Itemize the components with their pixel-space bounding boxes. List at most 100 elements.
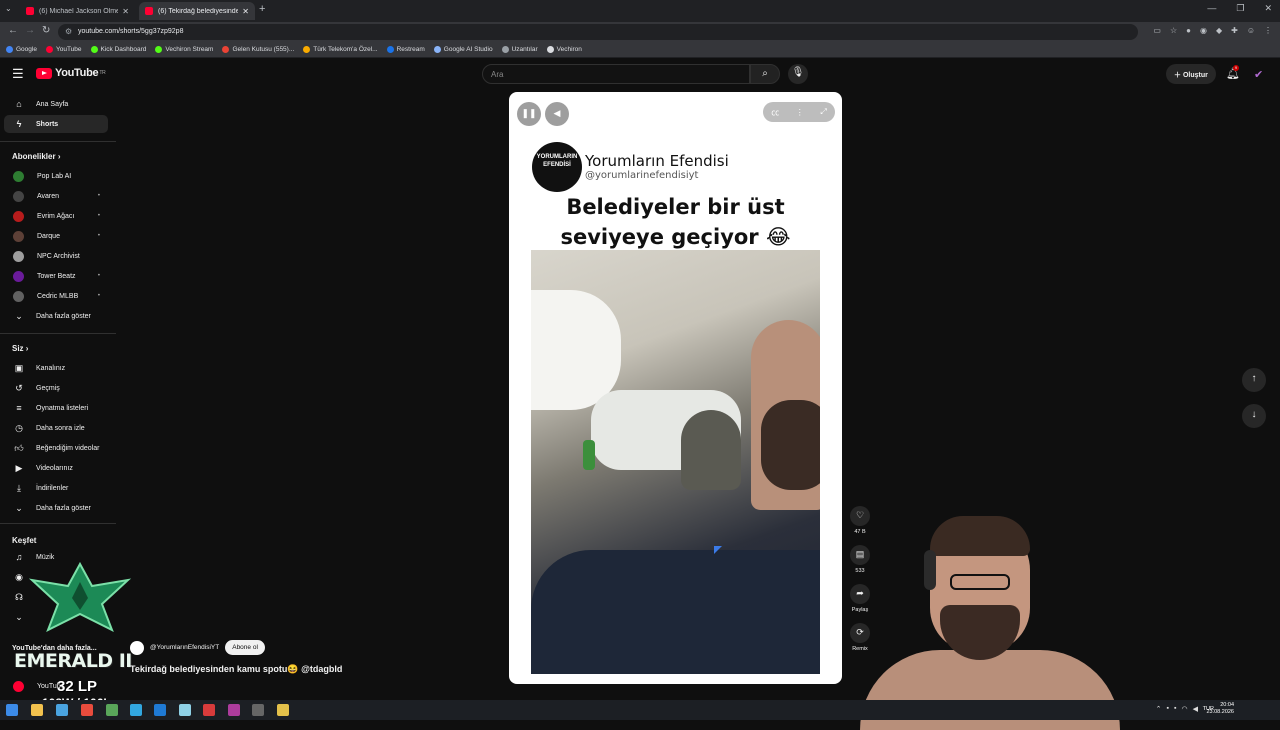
bookmark-youtube[interactable]: YouTube bbox=[45, 46, 82, 53]
sidebar-item-playlists[interactable]: ≡ Oynatma listeleri bbox=[4, 399, 108, 417]
extension-icon[interactable]: ◆ bbox=[1216, 26, 1222, 35]
app-icon[interactable] bbox=[228, 704, 240, 716]
bookmark-restream[interactable]: Restream bbox=[386, 46, 425, 53]
menu-dots-icon[interactable]: ⋮ bbox=[1264, 26, 1272, 35]
channel-avatar bbox=[13, 290, 24, 302]
chrome-icon[interactable] bbox=[106, 704, 118, 716]
youtube-logo[interactable]: YouTube TR bbox=[36, 67, 106, 79]
maximize-icon[interactable]: ❐ bbox=[1236, 3, 1244, 14]
gaming-icon: ☊ bbox=[15, 591, 23, 602]
file-explorer-icon[interactable] bbox=[31, 704, 43, 716]
uploader-name[interactable]: @YorumlarınEfendisiYT bbox=[150, 644, 219, 651]
cast-icon[interactable]: ▭ bbox=[1153, 26, 1161, 35]
address-bar[interactable]: ⚙ youtube.com/shorts/5gg37zp92p8 bbox=[58, 24, 1138, 40]
site-info-icon[interactable]: ⚙ bbox=[65, 27, 72, 36]
sidebar-item-downloads[interactable]: ⤓ İndirilenler bbox=[4, 479, 108, 497]
browser-tab[interactable]: (6) Michael Jackson Ölmedi İnf ✕ bbox=[20, 2, 135, 20]
you-heading[interactable]: Siz › bbox=[12, 344, 28, 353]
sidebar-item-your-videos[interactable]: ▶ Videolarınız bbox=[4, 459, 108, 477]
short-title[interactable]: Tekirdağ belediyesinden kamu spotu😆 @tda… bbox=[130, 664, 342, 675]
bookmark-turk-telekom[interactable]: Türk Telekom'a Özel... bbox=[303, 46, 378, 53]
sidebar-item-history[interactable]: ↺ Geçmiş bbox=[4, 379, 108, 397]
app-icon[interactable] bbox=[130, 704, 142, 716]
bookmark-ai-studio[interactable]: Google AI Studio bbox=[433, 46, 493, 53]
new-tab-button[interactable]: + bbox=[259, 3, 265, 15]
start-icon[interactable] bbox=[6, 704, 18, 716]
reload-icon[interactable]: ↻ bbox=[42, 25, 50, 36]
sidebar-sub-npc-archivist[interactable]: NPC Archivist bbox=[4, 247, 108, 265]
chevron-right-icon: › bbox=[57, 152, 61, 161]
bookmark-vechiron[interactable]: Vechiron bbox=[546, 46, 582, 53]
browser-tab-active[interactable]: (6) Tekirdağ belediyesinden ✕ bbox=[139, 2, 255, 20]
app-icon[interactable] bbox=[203, 704, 215, 716]
app-icon[interactable] bbox=[56, 704, 68, 716]
tray-app-icon[interactable]: ▪ bbox=[1167, 705, 1169, 713]
tray-chevron-icon[interactable]: ⌃ bbox=[1156, 705, 1162, 713]
home-icon: ⌂ bbox=[16, 99, 22, 109]
sidebar-sub-avaren[interactable]: Avaren • bbox=[4, 187, 108, 205]
tab-search-icon[interactable]: ⌄ bbox=[5, 4, 12, 13]
channel-icon: ▣ bbox=[14, 362, 24, 373]
pause-button[interactable]: ❚❚ bbox=[517, 102, 541, 126]
app-icon[interactable] bbox=[179, 704, 191, 716]
sidebar-show-more-subs[interactable]: ⌄ Daha fazla göster bbox=[4, 307, 108, 325]
sidebar-item-liked-videos[interactable]: 👍︎ Beğendiğim videolar bbox=[4, 439, 108, 457]
vscode-icon[interactable] bbox=[154, 704, 166, 716]
sidebar-show-more-you[interactable]: ⌄ Daha fazla göster bbox=[4, 499, 108, 517]
sidebar-item-shorts[interactable]: ϟ Shorts bbox=[4, 115, 108, 133]
uploader-avatar[interactable] bbox=[130, 640, 144, 655]
volume-button[interactable]: ◀ bbox=[545, 102, 569, 126]
like-icon: 👍︎ bbox=[14, 442, 24, 453]
close-tab-icon[interactable]: ✕ bbox=[242, 7, 249, 16]
video-frame[interactable] bbox=[531, 250, 820, 674]
youtube-icon bbox=[13, 680, 24, 692]
extension-icon[interactable]: ● bbox=[1186, 26, 1191, 35]
voice-search-button[interactable]: 🎙︎ bbox=[788, 64, 808, 84]
app-icon[interactable] bbox=[81, 704, 93, 716]
sidebar-item-home[interactable]: ⌂ Ana Sayfa bbox=[4, 95, 108, 113]
minimize-icon[interactable]: — bbox=[1207, 3, 1216, 14]
bookmark-vechiron-stream[interactable]: Vechiron Stream bbox=[155, 46, 213, 53]
taskbar-clock[interactable]: 20:04 23.08.2026 bbox=[1206, 702, 1234, 716]
wifi-icon[interactable]: ◠ bbox=[1182, 705, 1188, 713]
bookmark-star-icon[interactable]: ☆ bbox=[1170, 26, 1177, 35]
account-avatar-icon[interactable]: ✔ bbox=[1254, 68, 1263, 81]
captions-icon[interactable]: ㏄ bbox=[771, 107, 779, 118]
app-icon[interactable] bbox=[277, 704, 289, 716]
sidebar-sub-cedric-mlbb[interactable]: Cedric MLBB • bbox=[4, 287, 108, 305]
previous-short-button[interactable]: ↑ bbox=[1242, 368, 1266, 392]
more-options-icon[interactable]: ⋮ bbox=[796, 108, 804, 117]
bookmark-extensions[interactable]: Uzantılar bbox=[501, 46, 538, 53]
tab-title: (6) Tekirdağ belediyesinden bbox=[158, 7, 239, 15]
forward-icon[interactable]: → bbox=[25, 25, 35, 36]
search-button[interactable]: ⌕ bbox=[750, 64, 780, 84]
close-window-icon[interactable]: ✕ bbox=[1264, 3, 1272, 14]
sidebar-sub-evrim-agaci[interactable]: Evrim Ağacı • bbox=[4, 207, 108, 225]
back-icon[interactable]: ← bbox=[8, 25, 18, 36]
next-short-button[interactable]: ↓ bbox=[1242, 404, 1266, 428]
extension-icon[interactable]: ◉ bbox=[1200, 26, 1207, 35]
bookmark-google[interactable]: Google bbox=[6, 46, 37, 53]
bookmark-kick[interactable]: Kick Dashboard bbox=[90, 46, 146, 53]
shorts-player[interactable]: ❚❚ ◀ ㏄ ⋮ ⤢ YORUMLARIN EFENDİSİ Yorumları… bbox=[509, 92, 842, 684]
puzzle-icon[interactable]: ✚ bbox=[1231, 26, 1238, 35]
subscribe-button[interactable]: Abone ol bbox=[225, 640, 265, 655]
sidebar-sub-tower-beatz[interactable]: Tower Beatz • bbox=[4, 267, 108, 285]
volume-icon[interactable]: ◀ bbox=[1193, 705, 1198, 713]
clock-icon: ◷ bbox=[15, 422, 23, 433]
search-input[interactable]: Ara bbox=[482, 64, 750, 84]
headline-line-2: seviyeye geçiyor 😂 bbox=[560, 225, 791, 249]
hamburger-menu-icon[interactable]: ☰ bbox=[12, 66, 24, 82]
sidebar-item-your-channel[interactable]: ▣ Kanalınız bbox=[4, 359, 108, 377]
app-icon[interactable] bbox=[252, 704, 264, 716]
close-tab-icon[interactable]: ✕ bbox=[122, 7, 129, 16]
sidebar-item-watch-later[interactable]: ◷ Daha sonra izle bbox=[4, 419, 108, 437]
sidebar-sub-darque[interactable]: Darque • bbox=[4, 227, 108, 245]
tray-app-icon[interactable]: ▪ bbox=[1174, 705, 1176, 713]
profile-icon[interactable]: ☺ bbox=[1247, 26, 1255, 35]
subscriptions-heading[interactable]: Abonelikler › bbox=[12, 152, 60, 161]
bookmark-inbox[interactable]: Gelen Kutusu (555)... bbox=[222, 46, 294, 53]
fullscreen-icon[interactable]: ⤢ bbox=[820, 107, 826, 117]
sidebar-sub-pop-lab-ai[interactable]: Pop Lab AI bbox=[4, 167, 108, 185]
create-button[interactable]: ＋ Oluştur bbox=[1166, 64, 1216, 84]
